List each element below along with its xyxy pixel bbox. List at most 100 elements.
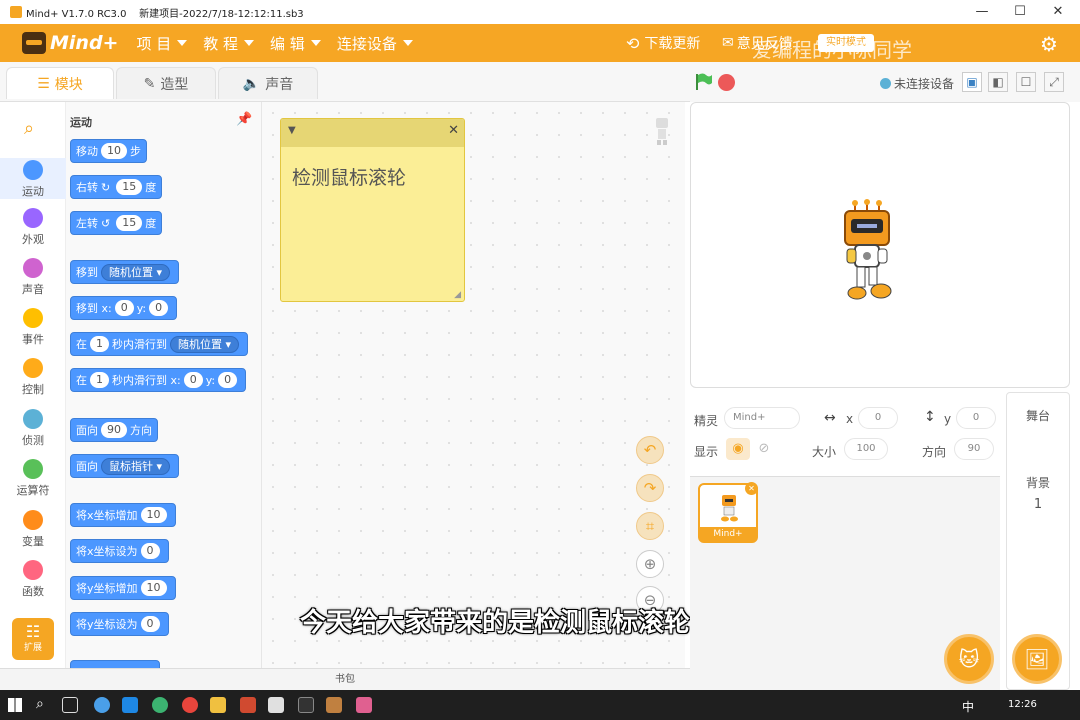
stage-canvas[interactable] <box>690 102 1070 388</box>
note-collapse-icon[interactable]: ▼ <box>288 125 296 136</box>
device-status[interactable]: 未连接设备 <box>880 75 954 92</box>
clock[interactable]: 12:26 <box>1008 699 1037 710</box>
block-turn-right[interactable]: 右转 ↻ 15 度 <box>70 175 163 199</box>
category-dot-icon <box>23 409 43 429</box>
block-set-x[interactable]: 将x坐标设为 0 <box>70 539 169 563</box>
app-icon <box>10 6 22 18</box>
sprite-thumbnail[interactable]: Mind+ ✕ <box>698 482 758 543</box>
note-close-icon[interactable]: ✕ <box>448 123 459 138</box>
block-change-y[interactable]: 将y坐标增加 10 <box>70 576 176 600</box>
hide-eye-icon[interactable]: ⊘ <box>752 438 776 460</box>
block-point-towards[interactable]: 面向 鼠标指针 ▾ <box>70 454 180 478</box>
menu-connect-device[interactable]: 连接设备 <box>337 33 413 54</box>
category-motion[interactable]: 运动 <box>0 158 66 199</box>
x-input[interactable]: 0 <box>858 407 898 429</box>
category-sound[interactable]: 声音 <box>0 258 66 297</box>
taskbar-app-icon[interactable] <box>94 697 110 713</box>
note-header[interactable]: ▼ ✕ <box>281 119 464 147</box>
category-operators[interactable]: 运算符 <box>0 459 66 498</box>
block-set-y[interactable]: 将y坐标设为 0 <box>70 612 169 636</box>
stop-icon[interactable] <box>718 74 735 91</box>
taskbar-search-icon[interactable]: ⌕ <box>36 696 44 712</box>
undo-icon[interactable]: ↶ <box>636 436 664 464</box>
block-move-steps[interactable]: 移动 10 步 <box>70 139 147 163</box>
block-point-direction[interactable]: 面向 90 方向 <box>70 418 158 442</box>
category-events[interactable]: 事件 <box>0 308 66 347</box>
category-dot-icon <box>23 308 43 328</box>
edge-browser-icon[interactable] <box>122 697 138 713</box>
category-label: 运动 <box>22 185 44 198</box>
windows-start-icon[interactable] <box>8 698 22 712</box>
category-control[interactable]: 控制 <box>0 358 66 397</box>
menu-edit[interactable]: 编 辑 <box>270 33 321 54</box>
size-input[interactable]: 100 <box>844 438 888 460</box>
rotate-ccw-icon: ↺ <box>101 216 111 230</box>
note-text[interactable]: 检测鼠标滚轮 <box>281 147 464 206</box>
taskbar-app3-icon[interactable] <box>268 697 284 713</box>
backpack-bar[interactable]: 书包 <box>0 668 690 690</box>
zoom-in-icon[interactable]: ⊕ <box>636 550 664 578</box>
block-change-x[interactable]: 将x坐标增加 10 <box>70 503 176 527</box>
layout-normal-stage-icon[interactable]: ◧ <box>988 72 1008 92</box>
sprite-name-input[interactable]: Mind+ <box>724 407 800 429</box>
minimize-button[interactable]: — <box>964 0 1000 24</box>
layout-small-stage-icon[interactable]: ▣ <box>962 72 982 92</box>
chevron-down-icon <box>177 40 188 46</box>
menu-project[interactable]: 项 目 <box>136 33 188 54</box>
show-eye-icon[interactable]: ◉ <box>726 438 750 460</box>
fullscreen-icon[interactable]: ⤢ <box>1044 72 1064 92</box>
maximize-button[interactable]: ☐ <box>1002 0 1038 24</box>
comment-note[interactable]: ▼ ✕ 检测鼠标滚轮 ◢ <box>280 118 465 302</box>
category-dot-icon <box>23 510 43 530</box>
category-dot-icon <box>23 208 43 228</box>
block-glide-to[interactable]: 在 1 秒内滑行到 随机位置 ▾ <box>70 332 249 356</box>
chevron-down-icon <box>402 40 413 46</box>
taskbar-app5-icon[interactable] <box>326 697 342 713</box>
tab-sounds[interactable]: 🔈 声音 <box>218 67 318 99</box>
palette-heading: 运动 <box>70 116 92 129</box>
search-icon[interactable]: ⌕ <box>24 118 34 139</box>
settings-gear-icon[interactable]: ⚙ <box>1040 32 1058 56</box>
tab-blocks[interactable]: ☰ 模块 <box>6 67 114 99</box>
add-sprite-button[interactable]: 🐱 <box>944 634 994 684</box>
wechat-icon[interactable] <box>152 697 168 713</box>
layout-hide-stage-icon[interactable]: ☐ <box>1016 72 1036 92</box>
tab-costumes[interactable]: ✎ 造型 <box>116 67 216 99</box>
ime-indicator[interactable]: 中 <box>962 698 974 715</box>
block-goto-xy[interactable]: 移到 x: 0 y: 0 <box>70 296 178 320</box>
delete-sprite-icon[interactable]: ✕ <box>745 482 758 495</box>
stage-title: 舞台 <box>1025 409 1050 423</box>
chrome-icon[interactable] <box>182 697 198 713</box>
resize-handle-icon[interactable]: ◢ <box>454 290 461 300</box>
category-looks[interactable]: 外观 <box>0 208 66 247</box>
green-flag-icon[interactable] <box>694 72 714 92</box>
menu-tutorial[interactable]: 教 程 <box>203 33 255 54</box>
crop-icon[interactable]: ⌗ <box>636 512 664 540</box>
block-goto[interactable]: 移到 随机位置 ▾ <box>70 260 180 284</box>
taskbar-app4-icon[interactable] <box>298 697 314 713</box>
size-label: 大小 <box>812 445 837 459</box>
script-workspace[interactable]: ▼ ✕ 检测鼠标滚轮 ◢ ↶ ↷ ⌗ ⊕ ⊖ <box>262 102 685 668</box>
category-functions[interactable]: 函数 <box>0 560 66 599</box>
redo-icon[interactable]: ↷ <box>636 474 664 502</box>
block-glide-xy[interactable]: 在 1 秒内滑行到 x: 0 y: 0 <box>70 368 247 392</box>
file-explorer-icon[interactable] <box>210 697 226 713</box>
video-subtitle: 今天给大家带来的是检测鼠标滚轮 <box>300 608 691 638</box>
category-label: 外观 <box>22 233 44 246</box>
close-button[interactable]: ✕ <box>1040 0 1076 24</box>
device-dot-icon <box>880 78 891 89</box>
taskbar-app2-icon[interactable] <box>240 697 256 713</box>
task-view-icon[interactable] <box>62 697 78 713</box>
category-variables[interactable]: 变量 <box>0 510 66 549</box>
category-sensing[interactable]: 侦测 <box>0 409 66 448</box>
add-backdrop-button[interactable]: 🖼 <box>1012 634 1062 684</box>
download-update-button[interactable]: ⟲ 下载更新 <box>626 24 700 62</box>
taskbar-app6-icon[interactable] <box>356 697 372 713</box>
direction-input[interactable]: 90 <box>954 438 994 460</box>
y-input[interactable]: 0 <box>956 407 996 429</box>
block-partial[interactable] <box>70 660 160 668</box>
pin-icon[interactable]: 📌 <box>236 112 252 127</box>
extension-button[interactable]: ☷ 扩展 <box>12 618 54 660</box>
mindplus-robot-sprite[interactable] <box>837 199 899 311</box>
block-turn-left[interactable]: 左转 ↺ 15 度 <box>70 211 163 235</box>
